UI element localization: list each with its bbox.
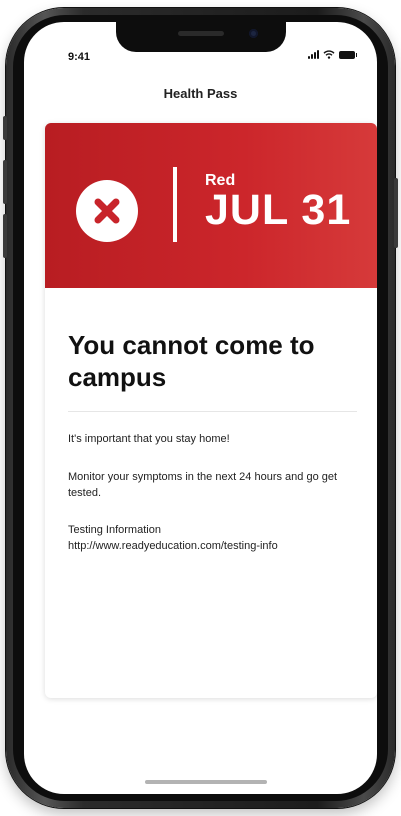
volume-up-button bbox=[3, 160, 7, 204]
front-camera bbox=[249, 29, 258, 38]
signal-icon bbox=[308, 50, 319, 59]
stay-home-message: It's important that you stay home! bbox=[68, 433, 230, 445]
health-pass-card: Red JUL 31 You cannot come to campus It'… bbox=[45, 123, 377, 698]
status-time: 9:41 bbox=[68, 51, 91, 63]
close-circle-icon bbox=[76, 180, 138, 242]
headline: You cannot come to campus bbox=[68, 330, 315, 392]
speaker-grill bbox=[178, 31, 224, 36]
testing-info-label: Testing Information bbox=[68, 524, 161, 536]
app-screen: 9:41 Health Pass Red JUL 31 You cannot c… bbox=[24, 22, 377, 794]
status-banner: Red JUL 31 bbox=[45, 123, 377, 288]
status-date: JUL 31 bbox=[205, 186, 352, 234]
banner-divider bbox=[173, 167, 177, 242]
battery-icon bbox=[339, 51, 357, 59]
content-divider bbox=[68, 411, 357, 412]
page-title: Health Pass bbox=[163, 86, 238, 101]
volume-down-button bbox=[3, 214, 7, 258]
testing-info-link[interactable]: http://www.readyeducation.com/testing-in… bbox=[68, 538, 358, 554]
wifi-icon bbox=[323, 50, 335, 59]
notch bbox=[116, 22, 286, 52]
home-indicator[interactable] bbox=[145, 780, 267, 784]
mute-switch bbox=[3, 116, 7, 140]
status-icons bbox=[308, 50, 357, 59]
power-button bbox=[394, 178, 398, 248]
instructions-text: Monitor your symptoms in the next 24 hou… bbox=[68, 471, 338, 499]
